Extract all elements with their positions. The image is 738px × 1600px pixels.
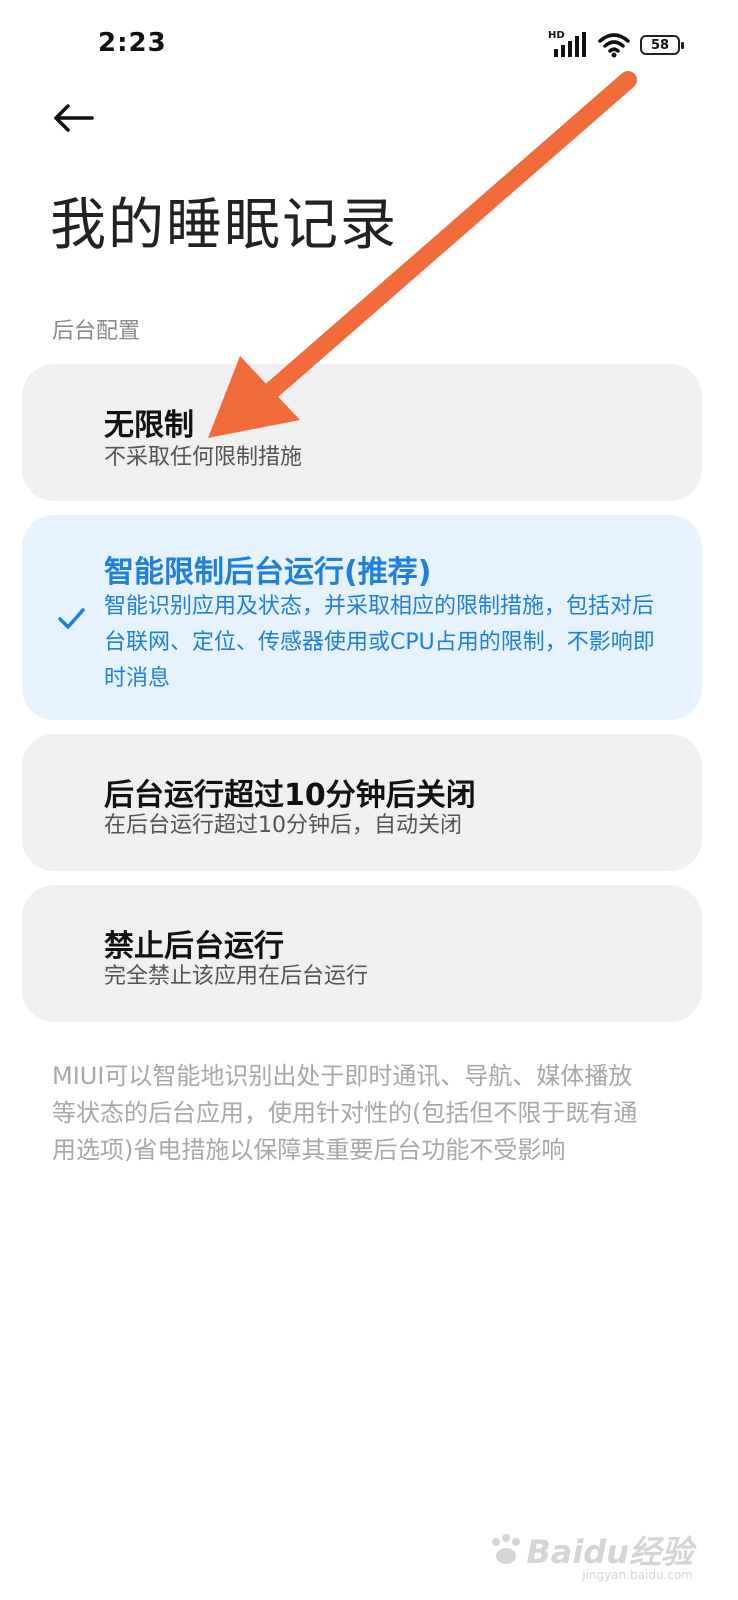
paw-logo-icon bbox=[492, 1534, 521, 1564]
status-bar: 2:23 HD 58 bbox=[0, 0, 738, 88]
option-close-after-10min[interactable]: 后台运行超过10分钟后关闭 在后台运行超过10分钟后，自动关闭 bbox=[22, 734, 702, 871]
status-time: 2:23 bbox=[98, 28, 167, 58]
baidu-watermark: Baidu经验 jingyan.baidu.com bbox=[486, 1520, 693, 1582]
option-description: 智能识别应用及状态，并采取相应的限制措施，包括对后台联网、定位、传感器使用或CP… bbox=[104, 594, 655, 691]
section-label: 后台配置 bbox=[52, 319, 141, 344]
wifi-icon bbox=[598, 33, 630, 58]
option-title: 智能限制后台运行(推荐) bbox=[104, 555, 432, 590]
signal-icon: HD bbox=[548, 30, 588, 58]
option-no-restriction[interactable]: 无限制 不采取任何限制措施 bbox=[22, 364, 702, 501]
option-smart-restriction[interactable]: 智能限制后台运行(推荐) 智能识别应用及状态，并采取相应的限制措施，包括对后台联… bbox=[22, 515, 702, 720]
back-button[interactable] bbox=[50, 98, 100, 138]
checkmark-icon bbox=[58, 608, 85, 629]
option-description: 不采取任何限制措施 bbox=[104, 445, 303, 470]
option-description: 在后台运行超过10分钟后，自动关闭 bbox=[104, 813, 462, 838]
watermark-text: Baidu经验 bbox=[526, 1533, 693, 1571]
battery-icon: 58 bbox=[640, 35, 684, 55]
footer-note: MIUI可以智能地识别出处于即时通讯、导航、媒体播放等状态的后台应用，使用针对性… bbox=[52, 1062, 638, 1164]
option-forbid-background[interactable]: 禁止后台运行 完全禁止该应用在后台运行 bbox=[22, 885, 702, 1022]
network-type-label: HD bbox=[548, 30, 565, 41]
arrow-left-icon bbox=[54, 104, 94, 132]
battery-level: 58 bbox=[650, 37, 670, 53]
watermark-url: jingyan.baidu.com bbox=[582, 1568, 693, 1582]
option-title: 无限制 bbox=[104, 408, 194, 443]
option-description: 完全禁止该应用在后台运行 bbox=[104, 964, 369, 989]
status-icons: HD 58 bbox=[548, 30, 684, 60]
page-title: 我的睡眠记录 bbox=[50, 193, 398, 258]
